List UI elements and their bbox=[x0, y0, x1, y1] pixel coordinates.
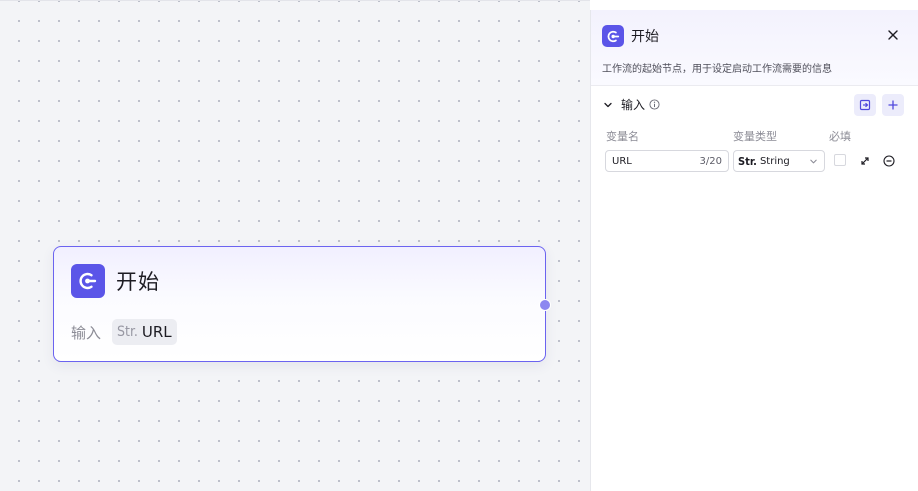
import-icon bbox=[859, 99, 871, 111]
start-node-icon bbox=[71, 264, 105, 298]
node-header: 开始 bbox=[71, 264, 160, 298]
panel-description: 工作流的起始节点，用于设定启动工作流需要的信息 bbox=[602, 64, 832, 75]
required-checkbox[interactable] bbox=[834, 154, 846, 166]
info-icon[interactable] bbox=[649, 99, 660, 110]
node-input-label: 输入 bbox=[71, 323, 102, 342]
chevron-down-icon bbox=[810, 159, 817, 163]
remove-variable-icon[interactable] bbox=[883, 155, 895, 167]
node-variable-type: Str. bbox=[117, 324, 138, 340]
panel-header: 开始 工作流的起始节点，用于设定启动工作流需要的信息 bbox=[591, 10, 918, 86]
column-variable-type: 变量类型 bbox=[733, 130, 777, 143]
node-variable-name: URL bbox=[141, 323, 172, 341]
character-counter: 3/20 bbox=[699, 155, 722, 167]
start-node-icon bbox=[602, 25, 624, 47]
column-required: 必填 bbox=[829, 130, 851, 143]
expand-icon[interactable] bbox=[859, 155, 871, 167]
variable-type-badge: Str. bbox=[738, 154, 757, 168]
node-inputs: 输入 Str. URL bbox=[71, 319, 177, 345]
panel-title: 开始 bbox=[631, 29, 659, 45]
variable-name-value: URL bbox=[612, 155, 632, 167]
start-node[interactable]: 开始 输入 Str. URL bbox=[53, 246, 551, 362]
plus-icon bbox=[888, 100, 898, 110]
node-settings-panel: 开始 工作流的起始节点，用于设定启动工作流需要的信息 输入 变量名 变量类型 必… bbox=[590, 10, 918, 491]
node-variable-tag: Str. URL bbox=[112, 319, 177, 345]
import-variable-button[interactable] bbox=[854, 94, 876, 116]
variable-name-input[interactable]: URL 3/20 bbox=[605, 150, 729, 172]
workflow-canvas[interactable]: 开始 输入 Str. URL bbox=[0, 0, 590, 491]
column-variable-name: 变量名 bbox=[606, 130, 639, 143]
variable-type-select[interactable]: Str. String bbox=[733, 150, 825, 172]
output-port-handle[interactable] bbox=[539, 299, 551, 311]
chevron-down-icon[interactable] bbox=[603, 100, 613, 110]
variable-type-value: String bbox=[759, 155, 790, 167]
close-icon[interactable] bbox=[886, 28, 900, 42]
add-variable-button[interactable] bbox=[882, 94, 904, 116]
input-section-header[interactable]: 输入 bbox=[603, 96, 660, 113]
input-section-title: 输入 bbox=[621, 98, 646, 112]
node-title: 开始 bbox=[116, 270, 160, 294]
